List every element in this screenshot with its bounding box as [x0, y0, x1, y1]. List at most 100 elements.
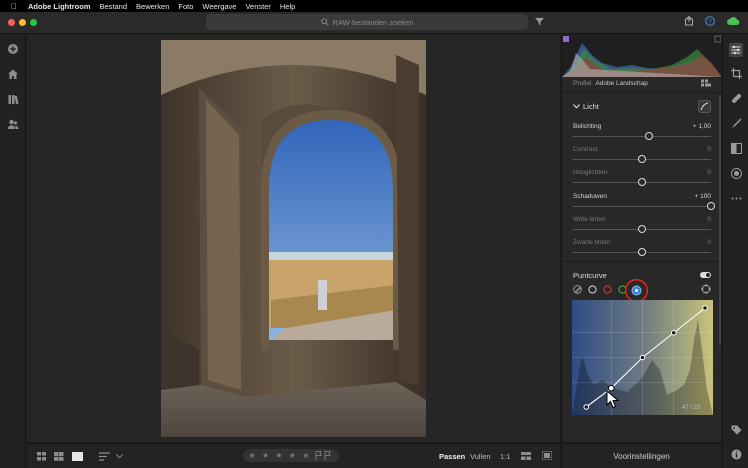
curve-readout: 47 / 23	[682, 405, 701, 411]
slider-value[interactable]: 0	[707, 146, 711, 153]
left-toolbar	[0, 35, 26, 468]
light-section-header[interactable]: Licht	[562, 100, 721, 114]
slider-knob[interactable]	[638, 248, 646, 256]
info-icon[interactable]	[731, 449, 742, 460]
one-to-one-zoom-button[interactable]: 1:1	[500, 452, 510, 461]
close-window-button[interactable]	[8, 19, 15, 26]
edit-panel: Profiel Adobe Landschap Licht Belichting…	[561, 35, 721, 442]
app-menu[interactable]: Adobe Lightroom	[28, 2, 91, 11]
search-icon	[320, 18, 329, 26]
share-icon[interactable]	[684, 16, 694, 26]
detail-view-icon[interactable]	[72, 452, 83, 461]
profile-row[interactable]: Profiel Adobe Landschap	[562, 77, 721, 89]
edit-sliders-icon[interactable]	[729, 43, 743, 57]
slider-value[interactable]: + 1,00	[693, 123, 711, 130]
radial-gradient-icon[interactable]	[731, 168, 742, 179]
menu-bewerken[interactable]: Bewerken	[136, 2, 169, 11]
slider-label: Belichting	[573, 123, 602, 130]
slider-knob[interactable]	[638, 155, 646, 163]
target-adjust-icon[interactable]	[701, 284, 711, 294]
slider-witte-tinten[interactable]: Witte tinten 0	[573, 216, 711, 238]
slider-knob[interactable]	[707, 202, 715, 210]
search-input[interactable]: RAW-bestanden zoeken	[206, 14, 528, 30]
parametric-curve-icon[interactable]	[573, 285, 582, 294]
slider-knob[interactable]	[644, 132, 653, 140]
menu-bestand[interactable]: Bestand	[100, 2, 128, 11]
fill-zoom-button[interactable]: Vullen	[470, 452, 491, 461]
flag-icon[interactable]	[315, 451, 333, 460]
slider-label: Contrast	[573, 146, 598, 153]
panel-scrollbar[interactable]	[719, 95, 721, 345]
slider-label: Schaduwen	[573, 193, 607, 200]
filmstrip-icon[interactable]	[542, 451, 552, 460]
histogram-graph	[562, 35, 721, 77]
slider-track[interactable]	[573, 136, 711, 137]
cloud-sync-icon[interactable]	[727, 16, 740, 26]
slider-contrast[interactable]: Contrast 0	[573, 146, 711, 168]
menu-venster[interactable]: Venster	[245, 2, 270, 11]
menu-help[interactable]: Help	[280, 2, 295, 11]
profile-browser-icon[interactable]	[701, 79, 711, 87]
curve-point[interactable]	[702, 305, 708, 311]
minimize-window-button[interactable]	[19, 19, 26, 26]
menu-weergave[interactable]: Weergave	[202, 2, 236, 11]
fit-zoom-button[interactable]: Passen	[439, 452, 465, 461]
linear-gradient-icon[interactable]	[731, 143, 742, 154]
menu-bar:  Adobe Lightroom Bestand Bewerken Foto …	[0, 0, 748, 12]
slider-value[interactable]: 0	[707, 216, 711, 223]
slider-label: Hooglichten	[573, 169, 608, 176]
profile-value[interactable]: Adobe Landschap	[595, 80, 647, 87]
white-channel-icon[interactable]	[588, 285, 597, 294]
slider-hooglichten[interactable]: Hooglichten 0	[573, 169, 711, 191]
filter-icon[interactable]	[535, 17, 544, 26]
slider-value[interactable]: 0	[707, 239, 711, 246]
slider-value[interactable]: + 100	[695, 193, 711, 200]
profile-label: Profiel	[573, 79, 592, 87]
slider-label: Zwarte tinten	[573, 239, 611, 246]
svg-text:?: ?	[708, 19, 712, 26]
slider-track[interactable]	[573, 206, 711, 207]
healing-brush-icon[interactable]	[731, 93, 742, 104]
library-icon[interactable]	[7, 93, 19, 105]
tone-curve-editor[interactable]: 47 / 23	[572, 300, 713, 415]
slider-value[interactable]: 0	[707, 169, 711, 176]
more-options-icon[interactable]	[731, 193, 742, 204]
slider-belichting[interactable]: Belichting + 1,00	[573, 123, 711, 145]
curve-toggle-icon[interactable]	[698, 100, 711, 113]
curve-point[interactable]	[639, 354, 646, 361]
slider-knob[interactable]	[638, 225, 646, 233]
star-rating[interactable]: ★ ★ ★ ★ ★	[249, 451, 312, 460]
slider-knob[interactable]	[638, 178, 646, 186]
help-icon[interactable]: ?	[705, 16, 715, 26]
rating-stars[interactable]: ★ ★ ★ ★ ★	[243, 449, 339, 462]
chevron-down-icon	[573, 104, 580, 109]
chevron-down-icon[interactable]	[116, 454, 123, 459]
slider-schaduwen[interactable]: Schaduwen + 100	[573, 193, 715, 215]
point-curve-title: Puntcurve	[573, 271, 607, 280]
presets-button[interactable]: Voorinstellingen	[561, 443, 721, 468]
zoom-window-button[interactable]	[30, 19, 37, 26]
home-icon[interactable]	[7, 68, 19, 80]
grid-view-icon[interactable]	[37, 452, 47, 461]
curve-point[interactable]	[670, 329, 677, 336]
curve-visibility-toggle-icon[interactable]	[700, 272, 711, 278]
slider-zwarte-tinten[interactable]: Zwarte tinten 0	[573, 239, 711, 261]
divider	[562, 92, 721, 93]
tone-curve-graph[interactable]: 47 / 23	[572, 300, 713, 415]
curve-point[interactable]	[583, 404, 590, 410]
sort-icon[interactable]	[99, 452, 110, 461]
brush-icon[interactable]	[731, 118, 742, 129]
square-grid-icon[interactable]	[54, 452, 64, 461]
apple-menu-icon[interactable]: 	[0, 2, 28, 11]
crop-icon[interactable]	[731, 68, 742, 79]
menu-foto[interactable]: Foto	[178, 2, 193, 11]
people-icon[interactable]	[7, 118, 19, 130]
compare-view-icon[interactable]	[521, 452, 531, 460]
mouse-cursor-icon	[606, 390, 620, 409]
add-photos-icon[interactable]	[7, 43, 19, 55]
tag-icon[interactable]	[731, 425, 742, 436]
histogram	[562, 35, 721, 77]
photo-preview[interactable]	[161, 40, 426, 437]
red-channel-icon[interactable]	[603, 285, 612, 294]
slider-label: Witte tinten	[573, 216, 606, 223]
